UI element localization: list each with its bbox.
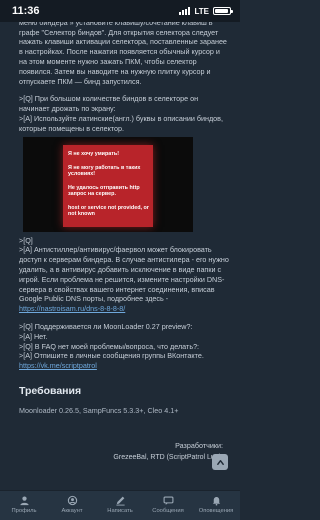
battery-icon xyxy=(213,7,233,15)
network-type: LTE xyxy=(194,6,209,16)
developers-title: Разработчики: xyxy=(175,440,223,450)
bell-icon xyxy=(212,497,220,506)
faq-answer: >[A] Антистиллер/антивирус/фаервол может… xyxy=(19,245,229,314)
profile-icon xyxy=(19,496,29,506)
faq-question: >[Q] При большом количестве биндов в сел… xyxy=(19,94,199,114)
tab-messages[interactable]: Сообщения xyxy=(146,495,190,514)
faq-question: >[Q] Поддерживается ли MoonLoader 0.27 p… xyxy=(19,321,193,331)
error-panel: Я не хочу умирать! Я не могу работать в … xyxy=(63,144,153,227)
error-line: Не удалось отправить http запрос на серв… xyxy=(68,184,140,198)
tab-alerts[interactable]: Оповещения xyxy=(194,495,238,514)
requirements-text: Moonloader 0.26.5, SampFuncs 5.3.3+, Cle… xyxy=(19,405,179,415)
battery-level xyxy=(215,9,228,13)
messages-icon xyxy=(163,496,173,505)
error-screenshot-image[interactable]: Я не хочу умирать! Я не могу работать в … xyxy=(23,136,193,232)
faq-answer-text: >[A] Антистиллер/антивирус/фаервол может… xyxy=(19,245,229,304)
faq-answer-text: >[A] Отпишите в личные сообщения группы … xyxy=(19,351,204,361)
vk-link[interactable]: https://vk.me/scriptpatrol xyxy=(19,361,97,370)
scroll-to-top-button[interactable] xyxy=(212,454,228,470)
faq-question: >[Q] xyxy=(19,235,33,245)
article-body: инструкции (BindBhy), затем перейдите в … xyxy=(0,0,240,461)
tab-label: Аккаунт xyxy=(61,508,83,514)
tab-label: Профиль xyxy=(11,508,37,514)
chevron-up-icon xyxy=(216,459,224,465)
tab-label: Написать xyxy=(107,508,133,514)
dns-link[interactable]: https://nastroisam.ru/dns-8-8-8-8/ xyxy=(19,304,125,313)
error-line: host or service not provided, or not kno… xyxy=(68,204,149,218)
developers-text: GrezeeBal, RTD (ScriptPatrol Lua); xyxy=(113,453,223,461)
error-line: Я не могу работать в таких условиях! xyxy=(68,164,141,178)
tab-label: Оповещения xyxy=(198,508,234,514)
error-line: Я не хочу умирать! xyxy=(68,150,120,157)
tab-profile[interactable]: Профиль xyxy=(2,495,46,514)
status-time: 11:36 xyxy=(12,5,40,17)
faq-question: >[Q] В FAQ нет моей проблемы/вопроса, чт… xyxy=(19,341,200,351)
signal-icon xyxy=(179,7,191,15)
faq-answer: >[A] Используйте латинские(англ.) буквы … xyxy=(19,113,223,133)
requirements-title: Требования xyxy=(19,384,82,397)
tab-compose[interactable]: Написать xyxy=(98,495,142,514)
faq-answer: >[A] Нет. xyxy=(19,331,48,341)
status-indicators: LTE xyxy=(179,6,233,16)
status-bar: 11:36 LTE xyxy=(0,0,240,22)
account-icon xyxy=(67,495,77,506)
tab-label: Сообщения xyxy=(152,508,184,514)
compose-icon xyxy=(115,496,125,506)
faq-answer: >[A] Отпишите в личные сообщения группы … xyxy=(19,351,229,371)
tab-account[interactable]: Аккаунт xyxy=(50,495,94,514)
bottom-tab-bar: Профиль Аккаунт Написать Сообщения Опове… xyxy=(0,490,240,520)
